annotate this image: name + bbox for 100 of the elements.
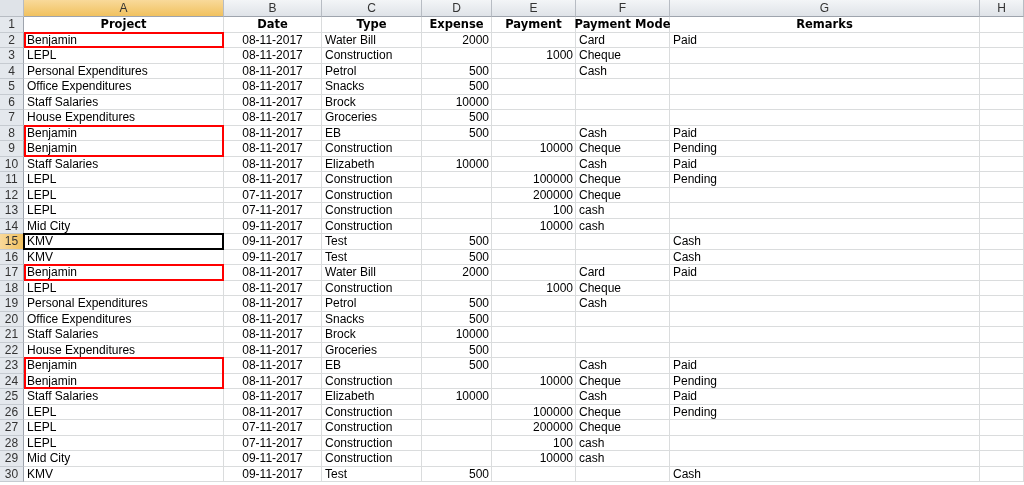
- table-cell: [980, 172, 1024, 188]
- table-cell: [422, 373, 492, 389]
- table-cell: Benjamin: [24, 265, 224, 281]
- table-cell: Water Bill: [322, 265, 422, 281]
- table-cell: [422, 187, 492, 203]
- column-title: Payment: [492, 17, 576, 33]
- row-header[interactable]: 7: [0, 110, 24, 126]
- table-cell: cash: [576, 435, 670, 451]
- row-header[interactable]: 17: [0, 265, 24, 281]
- table-cell: LEPL: [24, 420, 224, 436]
- table-cell: 500: [422, 311, 492, 327]
- column-header[interactable]: F: [576, 0, 670, 17]
- table-cell: Construction: [322, 435, 422, 451]
- table-cell: EB: [322, 125, 422, 141]
- table-cell: 10000: [492, 218, 576, 234]
- table-cell: cash: [576, 451, 670, 467]
- table-cell: 08-11-2017: [224, 172, 322, 188]
- table-cell: Benjamin: [24, 373, 224, 389]
- table-cell: 500: [422, 249, 492, 265]
- table-cell: House Expenditures: [24, 110, 224, 126]
- table-cell: Cheque: [576, 48, 670, 64]
- row-header[interactable]: 15: [0, 234, 24, 250]
- table-cell: Card: [576, 265, 670, 281]
- table-cell: Cash: [576, 63, 670, 79]
- row-header[interactable]: 1: [0, 17, 24, 33]
- table-cell: Water Bill: [322, 32, 422, 48]
- table-cell: Construction: [322, 203, 422, 219]
- table-cell: 08-11-2017: [224, 265, 322, 281]
- table-cell: 500: [422, 296, 492, 312]
- column-header[interactable]: B: [224, 0, 322, 17]
- table-cell: LEPL: [24, 280, 224, 296]
- table-cell: Construction: [322, 420, 422, 436]
- table-cell: [422, 218, 492, 234]
- table-cell: [980, 265, 1024, 281]
- column-header[interactable]: E: [492, 0, 576, 17]
- column-header[interactable]: H: [980, 0, 1024, 17]
- table-cell: [980, 435, 1024, 451]
- table-cell: 500: [422, 466, 492, 482]
- table-cell: 1000: [492, 280, 576, 296]
- row-header[interactable]: 27: [0, 420, 24, 436]
- table-cell: 08-11-2017: [224, 327, 322, 343]
- row-header[interactable]: 25: [0, 389, 24, 405]
- row-header[interactable]: 11: [0, 172, 24, 188]
- table-cell: Personal Expenditures: [24, 296, 224, 312]
- table-cell: 09-11-2017: [224, 451, 322, 467]
- table-cell: 08-11-2017: [224, 404, 322, 420]
- table-cell: [422, 280, 492, 296]
- row-header[interactable]: 21: [0, 327, 24, 343]
- table-cell: Staff Salaries: [24, 156, 224, 172]
- table-cell: Petrol: [322, 296, 422, 312]
- table-cell: 1000: [492, 48, 576, 64]
- table-cell: Personal Expenditures: [24, 63, 224, 79]
- table-cell: [980, 63, 1024, 79]
- row-header[interactable]: 23: [0, 358, 24, 374]
- table-cell: Groceries: [322, 110, 422, 126]
- table-cell: 500: [422, 79, 492, 95]
- table-cell: EB: [322, 358, 422, 374]
- table-cell: LEPL: [24, 435, 224, 451]
- table-cell: LEPL: [24, 187, 224, 203]
- table-cell: 08-11-2017: [224, 280, 322, 296]
- table-cell: Benjamin: [24, 358, 224, 374]
- table-cell: Groceries: [322, 342, 422, 358]
- table-cell: 08-11-2017: [224, 32, 322, 48]
- column-header[interactable]: A: [24, 0, 224, 17]
- row-header[interactable]: 13: [0, 203, 24, 219]
- table-cell: [980, 110, 1024, 126]
- table-cell: Cash: [670, 466, 980, 482]
- table-cell: Paid: [670, 125, 980, 141]
- table-cell: [980, 156, 1024, 172]
- table-cell: Snacks: [322, 79, 422, 95]
- table-cell: [980, 342, 1024, 358]
- row-header[interactable]: 9: [0, 141, 24, 157]
- table-cell: Mid City: [24, 451, 224, 467]
- table-cell: [980, 420, 1024, 436]
- table-cell: Pending: [670, 404, 980, 420]
- table-cell: Cheque: [576, 373, 670, 389]
- table-cell: 10000: [422, 327, 492, 343]
- row-header[interactable]: 5: [0, 79, 24, 95]
- table-cell: Office Expenditures: [24, 79, 224, 95]
- table-cell: 08-11-2017: [224, 373, 322, 389]
- row-header[interactable]: 29: [0, 451, 24, 467]
- row-header[interactable]: 19: [0, 296, 24, 312]
- column-header[interactable]: D: [422, 0, 492, 17]
- table-cell: KMV: [24, 249, 224, 265]
- table-cell: 10000: [422, 94, 492, 110]
- table-cell: cash: [576, 218, 670, 234]
- table-cell: 100000: [492, 404, 576, 420]
- table-cell: Construction: [322, 172, 422, 188]
- table-cell: Cash: [576, 156, 670, 172]
- column-header[interactable]: C: [322, 0, 422, 17]
- row-header[interactable]: 3: [0, 48, 24, 64]
- table-cell: [980, 389, 1024, 405]
- table-cell: 200000: [492, 187, 576, 203]
- table-cell: [980, 94, 1024, 110]
- column-title: Expense: [422, 17, 492, 33]
- table-cell: 08-11-2017: [224, 296, 322, 312]
- select-all-corner[interactable]: [0, 0, 24, 17]
- column-header[interactable]: G: [670, 0, 980, 17]
- table-cell: Staff Salaries: [24, 94, 224, 110]
- table-cell: Staff Salaries: [24, 389, 224, 405]
